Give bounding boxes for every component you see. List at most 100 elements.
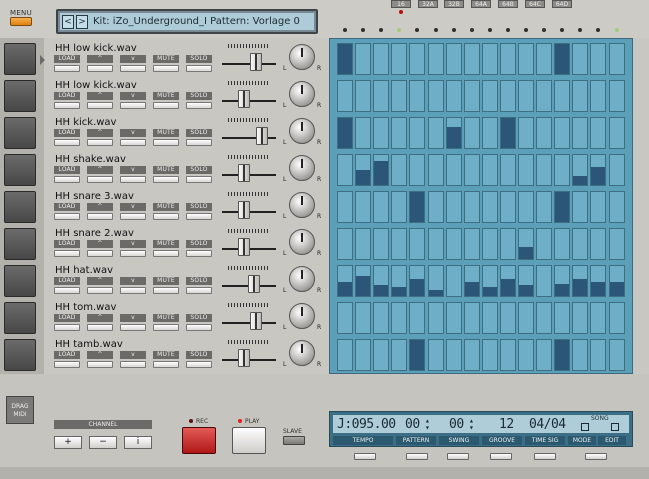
down-button[interactable]	[120, 361, 146, 368]
step-cell[interactable]	[590, 228, 607, 260]
solo-button[interactable]	[186, 324, 212, 331]
step-cell[interactable]	[499, 80, 516, 112]
step-cell[interactable]	[427, 80, 444, 112]
step-cell[interactable]	[518, 265, 534, 297]
step-cell[interactable]	[373, 191, 390, 223]
step-cell[interactable]	[554, 80, 571, 112]
bank-64d-button[interactable]: 64D	[552, 0, 572, 8]
step-cell[interactable]	[554, 117, 571, 149]
step-cell[interactable]	[499, 302, 516, 334]
up-button[interactable]	[87, 65, 113, 72]
pan-knob[interactable]	[289, 340, 315, 366]
volume-fader[interactable]	[220, 118, 276, 146]
step-cell[interactable]	[355, 117, 372, 149]
down-button[interactable]	[120, 213, 146, 220]
step-cell[interactable]	[355, 302, 372, 334]
kit-next-button[interactable]: >	[76, 14, 88, 29]
up-button[interactable]	[87, 102, 113, 109]
step-cell[interactable]	[409, 117, 426, 149]
pad-1[interactable]	[4, 43, 36, 75]
down-button[interactable]	[120, 65, 146, 72]
menu-button[interactable]	[10, 17, 32, 26]
up-button[interactable]	[87, 139, 113, 146]
step-cell[interactable]	[536, 228, 553, 260]
step-cell[interactable]	[554, 265, 571, 297]
down-button[interactable]	[120, 176, 146, 183]
load-button[interactable]	[54, 176, 80, 183]
mute-button[interactable]	[153, 213, 179, 220]
step-cell[interactable]	[409, 265, 426, 297]
pattern-button[interactable]	[406, 453, 428, 460]
down-button[interactable]	[120, 102, 146, 109]
volume-fader[interactable]	[220, 266, 276, 294]
step-cell[interactable]	[554, 228, 571, 260]
mute-button[interactable]	[153, 65, 179, 72]
step-cell[interactable]	[554, 191, 571, 223]
step-cell[interactable]	[445, 228, 462, 260]
mode-button[interactable]	[585, 453, 607, 460]
pad-3[interactable]	[4, 117, 36, 149]
step-cell[interactable]	[608, 265, 625, 297]
step-cell[interactable]	[572, 191, 589, 223]
step-cell[interactable]	[445, 339, 462, 371]
record-button[interactable]	[182, 427, 216, 454]
fader-handle[interactable]	[238, 164, 250, 182]
step-cell[interactable]	[499, 339, 516, 371]
step-cell[interactable]	[608, 117, 625, 149]
kit-prev-button[interactable]: <	[62, 14, 74, 29]
step-cell[interactable]	[445, 154, 462, 186]
step-cell[interactable]	[391, 80, 408, 112]
step-cell[interactable]	[481, 339, 498, 371]
step-cell[interactable]	[518, 80, 534, 112]
step-cell[interactable]	[554, 302, 571, 334]
down-button[interactable]	[120, 139, 146, 146]
step-cell[interactable]	[337, 339, 353, 371]
solo-button[interactable]	[186, 176, 212, 183]
step-cell[interactable]	[355, 154, 372, 186]
pad-9[interactable]	[4, 339, 36, 371]
step-cell[interactable]	[409, 80, 426, 112]
step-cell[interactable]	[463, 80, 480, 112]
step-cell[interactable]	[337, 265, 353, 297]
step-cell[interactable]	[499, 117, 516, 149]
step-cell[interactable]	[608, 228, 625, 260]
solo-button[interactable]	[186, 102, 212, 109]
step-cell[interactable]	[590, 154, 607, 186]
step-cell[interactable]	[554, 154, 571, 186]
step-cell[interactable]	[463, 339, 480, 371]
step-cell[interactable]	[391, 154, 408, 186]
step-cell[interactable]	[337, 191, 353, 223]
step-cell[interactable]	[391, 228, 408, 260]
step-cell[interactable]	[590, 117, 607, 149]
bank-64a-button[interactable]: 64A	[471, 0, 491, 8]
step-cell[interactable]	[481, 302, 498, 334]
volume-fader[interactable]	[220, 229, 276, 257]
step-cell[interactable]	[572, 117, 589, 149]
step-cell[interactable]	[572, 339, 589, 371]
step-cell[interactable]	[373, 43, 390, 75]
step-cell[interactable]	[518, 302, 534, 334]
step-cell[interactable]	[373, 339, 390, 371]
step-cell[interactable]	[572, 154, 589, 186]
step-cell[interactable]	[355, 339, 372, 371]
down-button[interactable]	[120, 324, 146, 331]
step-cell[interactable]	[391, 117, 408, 149]
load-button[interactable]	[54, 287, 80, 294]
step-cell[interactable]	[445, 80, 462, 112]
pan-knob[interactable]	[289, 155, 315, 181]
step-cell[interactable]	[463, 117, 480, 149]
mode-song-box[interactable]	[611, 423, 619, 431]
mute-button[interactable]	[153, 102, 179, 109]
step-cell[interactable]	[536, 339, 553, 371]
step-cell[interactable]	[518, 191, 534, 223]
step-cell[interactable]	[536, 154, 553, 186]
pad-2[interactable]	[4, 80, 36, 112]
step-cell[interactable]	[608, 191, 625, 223]
fader-handle[interactable]	[256, 127, 268, 145]
pad-7[interactable]	[4, 265, 36, 297]
step-cell[interactable]	[518, 339, 534, 371]
mute-button[interactable]	[153, 176, 179, 183]
step-cell[interactable]	[572, 265, 589, 297]
step-cell[interactable]	[427, 228, 444, 260]
load-button[interactable]	[54, 65, 80, 72]
